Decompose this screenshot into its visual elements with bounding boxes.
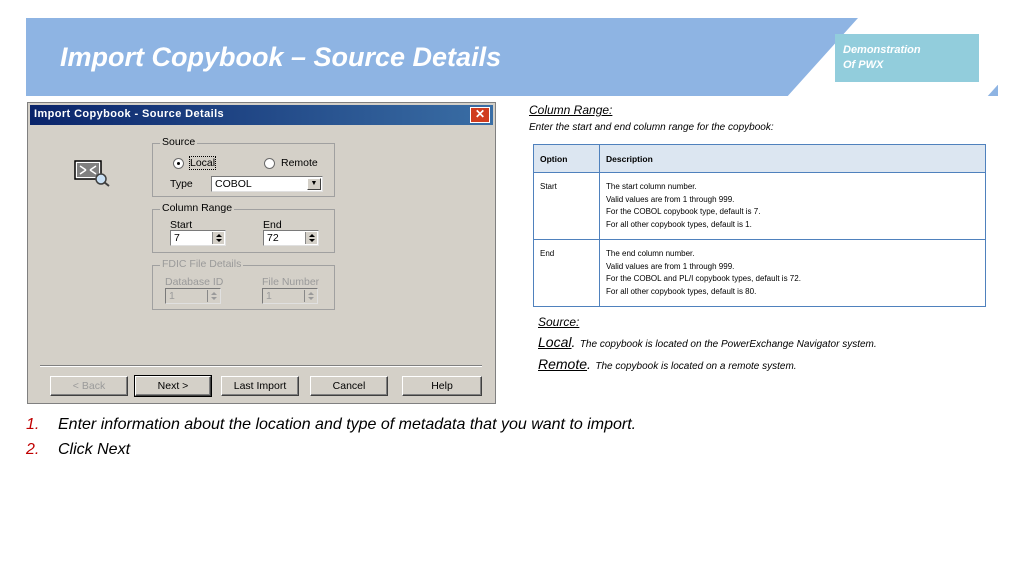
column-range-legend: Column Range: [160, 202, 235, 214]
file-number-value: 1: [266, 290, 272, 302]
database-id-spinner: 1: [165, 288, 221, 304]
spin-arrows-icon[interactable]: [305, 232, 317, 244]
dialog-title: Import Copybook - Source Details: [34, 108, 225, 120]
column-options-table: Option Description Start The start colum…: [533, 144, 986, 307]
step-number: 1.: [26, 416, 40, 433]
dialog-titlebar: Import Copybook - Source Details ✕: [30, 105, 493, 125]
cancel-button[interactable]: Cancel: [310, 376, 388, 396]
chevron-down-icon[interactable]: ▼: [307, 178, 321, 190]
column-range-group: Column Range Start 7 End 72: [152, 202, 335, 253]
table-header-row: Option Description: [533, 144, 986, 173]
file-number-spinner: 1: [262, 288, 318, 304]
remote-term: Remote: [538, 356, 588, 372]
copybook-search-icon: [74, 160, 110, 187]
demo-badge-line2: Of PWX: [843, 59, 884, 71]
type-label: Type: [170, 178, 193, 190]
description-line: Valid values are from 1 through 999.: [606, 261, 735, 271]
next-button[interactable]: Next >: [134, 375, 212, 397]
remote-description-line: Remote. The copybook is located on a rem…: [538, 356, 797, 372]
end-spinner[interactable]: 72: [263, 230, 319, 246]
option-cell: Start: [533, 172, 600, 240]
table-header: Description: [599, 144, 986, 173]
step-text: Click Next: [58, 441, 131, 458]
description-line: For the COBOL copybook type, default is …: [606, 207, 761, 216]
file-number-label: File Number: [262, 276, 320, 288]
fdic-legend: FDIC File Details: [160, 258, 244, 270]
table-row: End The end column number. Valid values …: [533, 239, 986, 307]
description-cell: The end column number. Valid values are …: [599, 239, 986, 307]
local-radio-label[interactable]: Local: [188, 156, 217, 170]
remote-description: The copybook is located on a remote syst…: [595, 361, 797, 372]
local-description: The copybook is located on the PowerExch…: [579, 339, 877, 350]
description-cell: The start column number. Valid values ar…: [599, 172, 986, 240]
source-legend: Source: [160, 136, 198, 148]
fdic-group: FDIC File Details Database ID 1 File Num…: [152, 258, 335, 310]
type-select-value: COBOL: [215, 178, 252, 190]
description-line: Valid values are from 1 through 999.: [606, 194, 735, 204]
spin-arrows-icon: [304, 290, 316, 302]
local-description-line: Local. The copybook is located on the Po…: [538, 334, 877, 350]
end-value: 72: [267, 232, 279, 244]
column-range-description: Enter the start and end column range for…: [529, 122, 774, 133]
option-cell: End: [533, 239, 600, 307]
demo-badge-line1: Demonstration: [843, 44, 921, 56]
local-radio[interactable]: [173, 158, 184, 169]
source-heading: Source:: [538, 315, 580, 329]
description-line: For all other copybook types, default is…: [606, 286, 757, 296]
button-separator: [40, 365, 482, 367]
type-select[interactable]: COBOL ▼: [211, 176, 323, 192]
description-line: The end column number.: [606, 249, 695, 258]
database-id-label: Database ID: [165, 276, 224, 288]
description-line: The start column number.: [606, 182, 697, 191]
spin-arrows-icon[interactable]: [212, 232, 224, 244]
close-icon[interactable]: ✕: [470, 107, 490, 123]
demo-badge: Demonstration Of PWX: [835, 34, 979, 82]
step-number: 2.: [26, 441, 40, 458]
source-group: Source Local Remote Type COBOL ▼: [152, 136, 335, 197]
database-id-value: 1: [169, 290, 175, 302]
step-text: Enter information about the location and…: [58, 416, 637, 433]
description-line: For all other copybook types, default is…: [606, 219, 752, 229]
start-spinner[interactable]: 7: [170, 230, 226, 246]
local-term: Local: [538, 334, 572, 350]
last-import-button[interactable]: Last Import: [221, 376, 299, 396]
start-value: 7: [174, 232, 180, 244]
slide-title: Import Copybook – Source Details: [60, 42, 502, 72]
back-button[interactable]: < Back: [50, 376, 128, 396]
remote-radio[interactable]: [264, 158, 275, 169]
table-header: Option: [533, 144, 600, 173]
description-line: For the COBOL and PL/I copybook types, d…: [606, 274, 801, 283]
remote-radio-label[interactable]: Remote: [281, 157, 318, 169]
import-copybook-dialog: Import Copybook - Source Details ✕ Sourc…: [27, 102, 496, 404]
help-button[interactable]: Help: [402, 376, 482, 396]
column-range-heading: Column Range:: [529, 103, 613, 117]
table-row: Start The start column number. Valid val…: [533, 172, 986, 240]
spin-arrows-icon: [207, 290, 219, 302]
